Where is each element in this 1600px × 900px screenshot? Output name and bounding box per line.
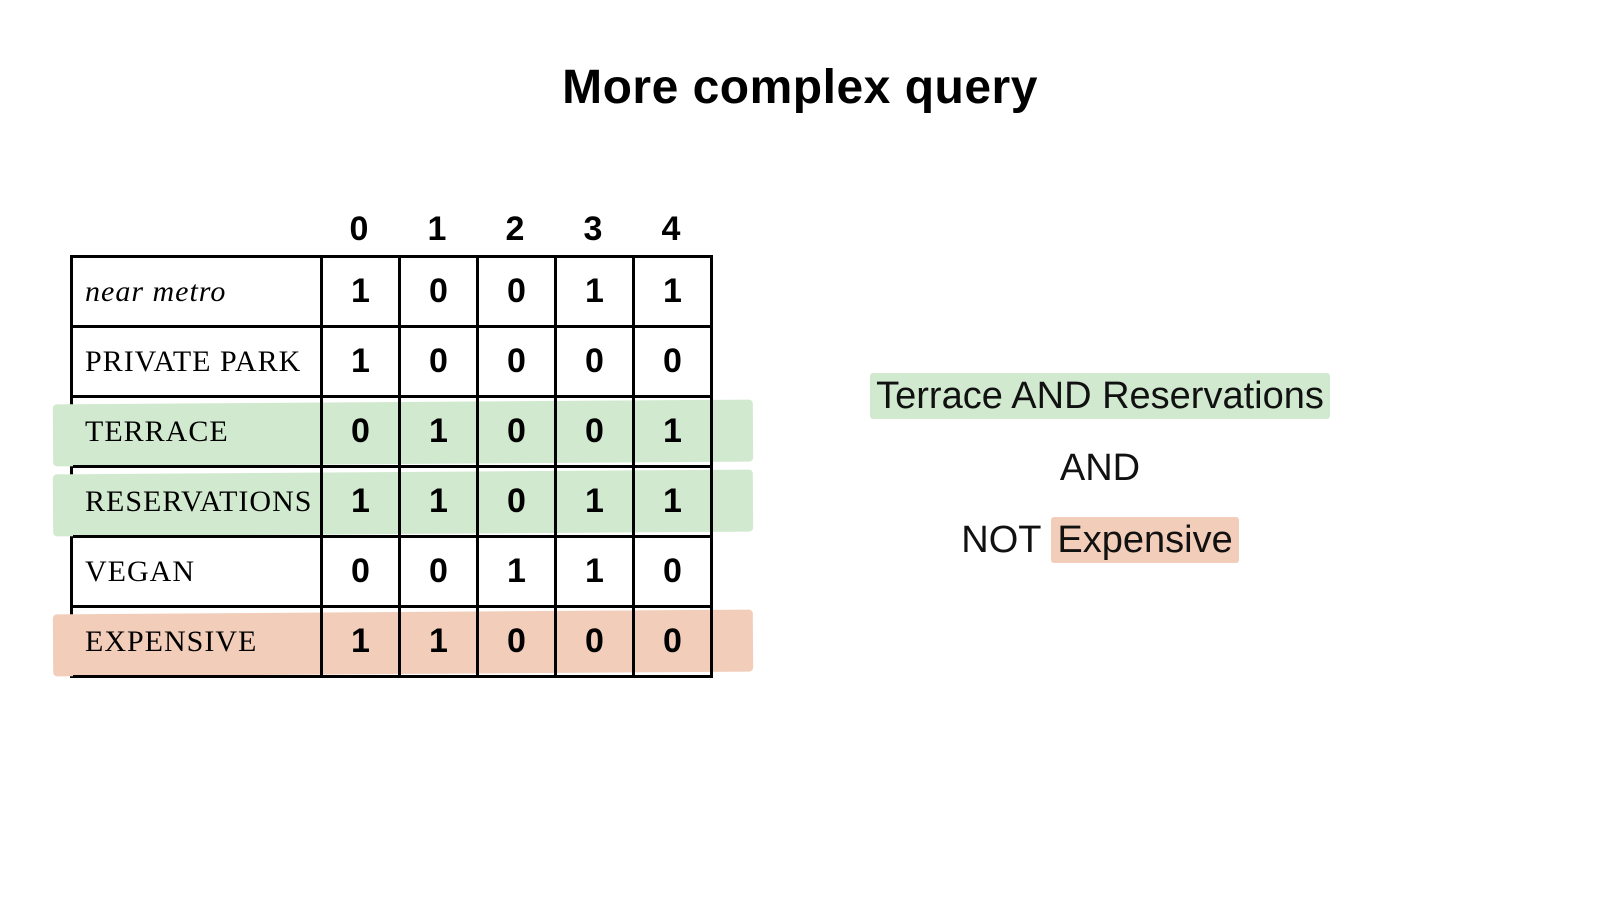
- cell: 0: [479, 468, 557, 538]
- cell: 1: [635, 468, 713, 538]
- cell: 1: [635, 258, 713, 328]
- row-label: PRIVATE PARK: [73, 328, 323, 398]
- cell: 0: [635, 328, 713, 398]
- cell: 1: [401, 608, 479, 678]
- table-row: PRIVATE PARK 1 0 0 0 0: [73, 328, 713, 398]
- cell: 1: [557, 258, 635, 328]
- cell: 0: [557, 608, 635, 678]
- cell: 0: [479, 258, 557, 328]
- table-body: near metro 1 0 0 1 1 PRIVATE PARK 1 0 0 …: [70, 255, 713, 678]
- cell: 0: [401, 538, 479, 608]
- col-header-0: 0: [320, 210, 398, 249]
- cell: 0: [557, 328, 635, 398]
- row-label: VEGAN: [73, 538, 323, 608]
- bitmap-table: 0 1 2 3 4 near metro 1 0 0 1 1 PRIVATE P…: [70, 210, 730, 678]
- cell: 0: [401, 258, 479, 328]
- cell: 1: [323, 608, 401, 678]
- col-header-4: 4: [632, 210, 710, 249]
- row-label: TERRACE: [73, 398, 323, 468]
- cell: 1: [323, 258, 401, 328]
- cell: 1: [401, 468, 479, 538]
- cell: 1: [401, 398, 479, 468]
- cell: 1: [635, 398, 713, 468]
- query-term-green: Terrace AND Reservations: [870, 373, 1330, 419]
- slide-title: More complex query: [0, 60, 1600, 115]
- row-label: near metro: [73, 258, 323, 328]
- col-header-2: 2: [476, 210, 554, 249]
- cell: 0: [635, 538, 713, 608]
- query-operator: AND: [820, 432, 1380, 504]
- cell: 1: [323, 328, 401, 398]
- cell: 0: [557, 398, 635, 468]
- cell: 0: [323, 398, 401, 468]
- table-row: RESERVATIONS 1 1 0 1 1: [73, 468, 713, 538]
- row-label: RESERVATIONS: [73, 468, 323, 538]
- query-not-prefix: NOT: [961, 519, 1051, 561]
- cell: 0: [479, 398, 557, 468]
- query-expression: Terrace AND Reservations AND NOT Expensi…: [820, 360, 1380, 577]
- table-row: VEGAN 0 0 1 1 0: [73, 538, 713, 608]
- table-row: near metro 1 0 0 1 1: [73, 258, 713, 328]
- cell: 1: [323, 468, 401, 538]
- table-row: EXPENSIVE 1 1 0 0 0: [73, 608, 713, 678]
- row-label: EXPENSIVE: [73, 608, 323, 678]
- cell: 1: [557, 538, 635, 608]
- table-row: TERRACE 0 1 0 0 1: [73, 398, 713, 468]
- cell: 0: [635, 608, 713, 678]
- cell: 1: [557, 468, 635, 538]
- col-header-3: 3: [554, 210, 632, 249]
- query-term-red: Expensive: [1051, 517, 1238, 563]
- cell: 0: [479, 608, 557, 678]
- cell: 0: [479, 328, 557, 398]
- cell: 1: [479, 538, 557, 608]
- column-headers-row: 0 1 2 3 4: [320, 210, 730, 249]
- cell: 0: [323, 538, 401, 608]
- cell: 0: [401, 328, 479, 398]
- col-header-1: 1: [398, 210, 476, 249]
